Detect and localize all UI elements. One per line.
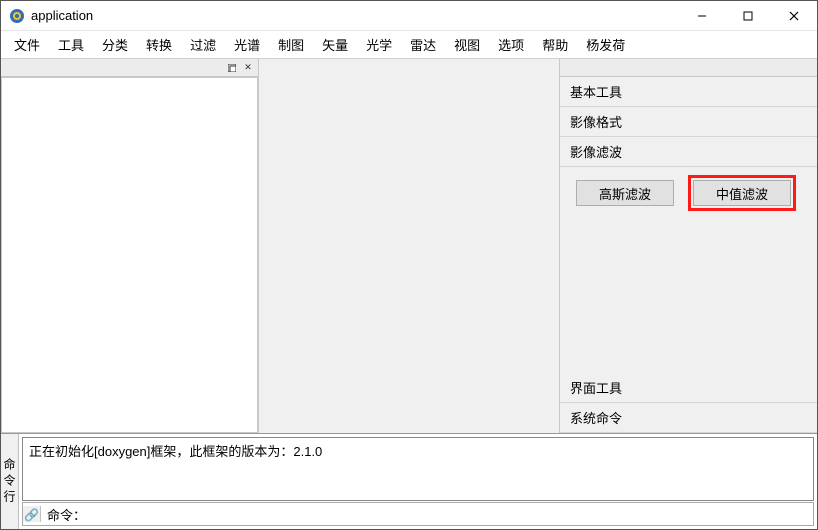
left-dock: ✕ <box>1 59 259 433</box>
dock-float-icon[interactable] <box>225 61 239 75</box>
right-panel-header <box>560 59 817 77</box>
command-label: 命令： <box>41 505 90 524</box>
menu-options[interactable]: 选项 <box>489 31 533 58</box>
menu-tools[interactable]: 工具 <box>49 31 93 58</box>
section-basic-tools[interactable]: 基本工具 <box>560 77 817 107</box>
menu-bar: 文件 工具 分类 转换 过滤 光谱 制图 矢量 光学 雷达 视图 选项 帮助 杨… <box>1 31 817 59</box>
right-panel: 基本工具 影像格式 影像滤波 高斯滤波 中值滤波 界面工具 系统命令 <box>559 59 817 433</box>
bottom-row: 命令行 正在初始化[doxygen]框架，此框架的版本为：2.1.0 🔗 命令： <box>1 433 817 529</box>
section-ui-tools[interactable]: 界面工具 <box>560 373 817 403</box>
menu-mapping[interactable]: 制图 <box>269 31 313 58</box>
left-dock-body[interactable] <box>1 77 258 433</box>
menu-help[interactable]: 帮助 <box>533 31 577 58</box>
window-title: application <box>31 8 679 23</box>
title-bar: application <box>1 1 817 31</box>
menu-author[interactable]: 杨发荷 <box>577 31 634 58</box>
menu-classify[interactable]: 分类 <box>93 31 137 58</box>
console-vertical-label: 命令行 <box>1 434 19 529</box>
median-filter-button[interactable]: 中值滤波 <box>693 180 791 206</box>
link-icon: 🔗 <box>23 506 41 522</box>
close-button[interactable] <box>771 1 817 31</box>
dock-close-icon[interactable]: ✕ <box>241 61 255 75</box>
menu-vector[interactable]: 矢量 <box>313 31 357 58</box>
right-panel-spacer <box>560 219 817 373</box>
highlight-box: 中值滤波 <box>688 175 796 211</box>
gaussian-filter-button[interactable]: 高斯滤波 <box>576 180 674 206</box>
log-output[interactable]: 正在初始化[doxygen]框架，此框架的版本为：2.1.0 <box>22 437 814 501</box>
command-row: 🔗 命令： <box>22 502 814 526</box>
menu-filter[interactable]: 过滤 <box>181 31 225 58</box>
filter-buttons-row: 高斯滤波 中值滤波 <box>560 167 817 219</box>
minimize-button[interactable] <box>679 1 725 31</box>
section-image-filter[interactable]: 影像滤波 <box>560 137 817 167</box>
menu-file[interactable]: 文件 <box>5 31 49 58</box>
menu-optics[interactable]: 光学 <box>357 31 401 58</box>
menu-view[interactable]: 视图 <box>445 31 489 58</box>
app-icon <box>9 8 25 24</box>
canvas-area[interactable] <box>259 59 559 433</box>
command-input[interactable] <box>90 504 813 524</box>
maximize-button[interactable] <box>725 1 771 31</box>
menu-radar[interactable]: 雷达 <box>401 31 445 58</box>
menu-convert[interactable]: 转换 <box>137 31 181 58</box>
work-area: ✕ 基本工具 影像格式 影像滤波 高斯滤波 中值滤波 界面工具 系统命令 <box>1 59 817 433</box>
section-system-cmd[interactable]: 系统命令 <box>560 403 817 433</box>
menu-spectrum[interactable]: 光谱 <box>225 31 269 58</box>
left-dock-header: ✕ <box>1 59 258 77</box>
section-image-format[interactable]: 影像格式 <box>560 107 817 137</box>
console-stack: 正在初始化[doxygen]框架，此框架的版本为：2.1.0 🔗 命令： <box>19 434 817 529</box>
